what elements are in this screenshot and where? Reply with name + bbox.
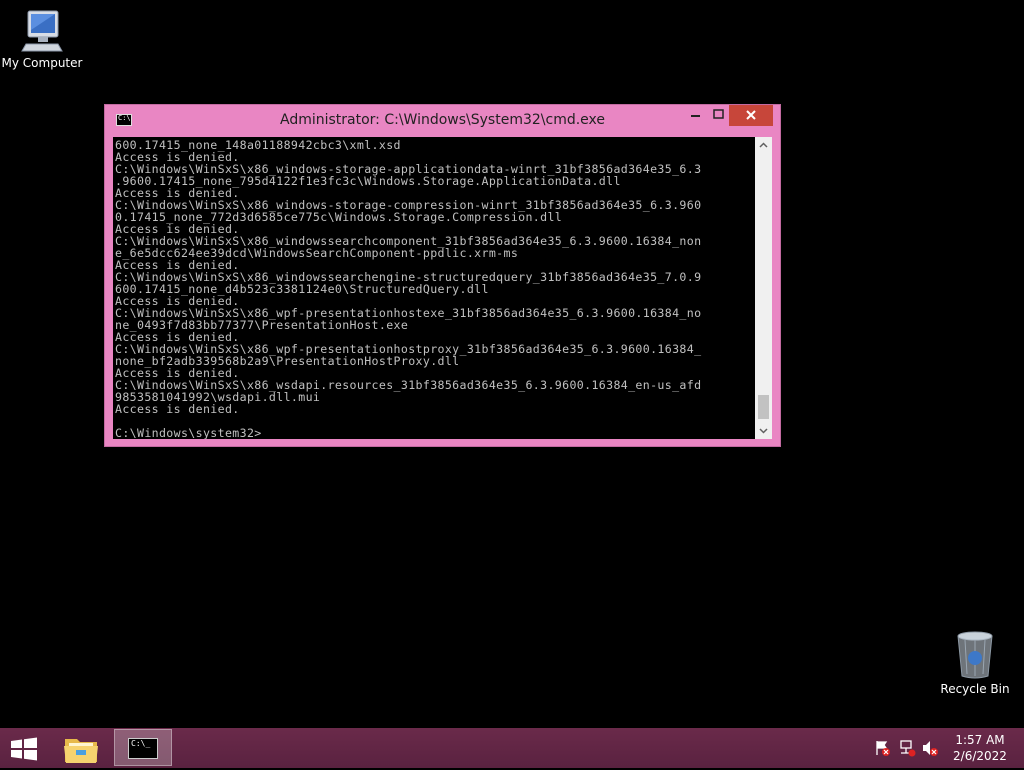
scroll-down-button[interactable] bbox=[755, 422, 772, 439]
file-explorer-button[interactable] bbox=[60, 730, 102, 766]
scroll-thumb[interactable] bbox=[758, 395, 769, 419]
maximize-icon bbox=[713, 109, 724, 119]
scroll-up-button[interactable] bbox=[755, 137, 772, 154]
network-icon bbox=[900, 740, 916, 757]
computer-icon bbox=[0, 8, 84, 54]
clock-time: 1:57 AM bbox=[955, 733, 1005, 747]
maximize-button[interactable] bbox=[709, 105, 729, 126]
chevron-down-icon bbox=[759, 428, 768, 434]
console-line: C:\Windows\system32> bbox=[115, 426, 262, 439]
vertical-scrollbar[interactable] bbox=[755, 137, 772, 439]
action-center-flag-icon[interactable] bbox=[873, 739, 891, 757]
chevron-up-icon bbox=[759, 142, 768, 148]
cmd-window[interactable]: C:\ Administrator: C:\Windows\System32\c… bbox=[104, 104, 781, 447]
clock-date: 2/6/2022 bbox=[953, 749, 1007, 763]
volume-icon bbox=[923, 741, 938, 756]
my-computer-shortcut[interactable]: My Computer bbox=[0, 8, 84, 70]
network-status-icon[interactable] bbox=[898, 739, 916, 757]
volume-button[interactable] bbox=[921, 739, 939, 757]
recycle-bin-shortcut[interactable]: Recycle Bin bbox=[933, 630, 1017, 696]
folder-icon bbox=[64, 739, 98, 763]
window-title: Administrator: C:\Windows\System32\cmd.e… bbox=[279, 112, 606, 128]
close-button[interactable] bbox=[729, 105, 773, 126]
console-line: Access is denied. bbox=[115, 402, 240, 416]
flag-icon bbox=[876, 741, 890, 756]
minimize-icon bbox=[691, 115, 700, 117]
recycle-bin-label: Recycle Bin bbox=[940, 682, 1010, 696]
cmd-task-icon-label: C:\_ bbox=[131, 739, 151, 748]
windows-logo-icon bbox=[11, 737, 37, 761]
title-bar[interactable]: C:\ Administrator: C:\Windows\System32\c… bbox=[105, 105, 780, 136]
start-button[interactable] bbox=[10, 737, 38, 761]
taskbar: C:\_ 1:57 AM 2/6/2022 bbox=[0, 728, 1024, 768]
console-output[interactable]: 600.17415_none_148a01188942cbc3\xml.xsd A… bbox=[113, 137, 772, 439]
recycle-bin-icon bbox=[933, 630, 1017, 680]
close-icon bbox=[746, 110, 756, 120]
system-clock[interactable]: 1:57 AM 2/6/2022 bbox=[950, 732, 1010, 764]
cmd-icon: C:\_ bbox=[128, 738, 158, 759]
cmd-taskbar-button[interactable]: C:\_ bbox=[114, 729, 172, 766]
minimize-button[interactable] bbox=[683, 105, 709, 126]
console-text: 600.17415_none_148a01188942cbc3\xml.xsd A… bbox=[115, 139, 755, 439]
my-computer-label: My Computer bbox=[1, 56, 83, 70]
